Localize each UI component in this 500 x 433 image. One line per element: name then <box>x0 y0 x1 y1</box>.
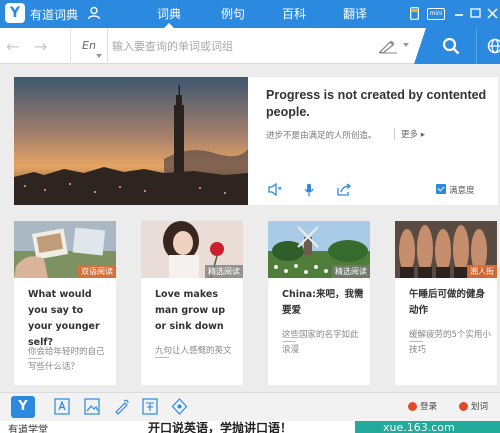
phone-icon[interactable] <box>410 7 419 20</box>
tab-dictionary[interactable]: 词典 <box>140 0 198 28</box>
search-input[interactable] <box>112 34 372 58</box>
word-book-icon[interactable] <box>54 398 70 415</box>
share-icon[interactable] <box>337 183 351 196</box>
speaker-icon[interactable] <box>268 183 282 196</box>
tab-translate[interactable]: 翻译 <box>326 0 384 28</box>
article-subtitle: 你会给年轻时的自己写些什么话？ <box>28 347 105 372</box>
ad-banner[interactable]: 有道学堂 开口说英语，学抛讲口语！ xue.163.com <box>0 421 500 433</box>
article-card[interactable]: 精选阅读 Love makes man grow up or sink down… <box>141 221 243 385</box>
more-link[interactable]: 更多 ▸ <box>394 128 425 140</box>
web-search-button[interactable] <box>476 28 500 64</box>
back-arrow-icon[interactable]: ← <box>6 37 19 56</box>
article-image: 双语阅读 <box>14 221 116 278</box>
more-label: 更多 <box>401 130 419 140</box>
search-button[interactable] <box>414 28 476 64</box>
article-card[interactable]: 双语阅读 What would you say to your younger … <box>14 221 116 385</box>
article-card[interactable]: 精选阅读 China:来吧，我需要爱 这些国家的名字如此浪漫 <box>268 221 370 385</box>
article-image: 精选阅读 <box>141 221 243 278</box>
daily-sentence-card: Progress is not created by contented peo… <box>14 77 498 205</box>
article-image: 潮人街 <box>395 221 497 278</box>
article-subtitle: 九句让人感慨的英文 <box>155 346 232 356</box>
article-card[interactable]: 潮人街 午睡后可做的健身动作 缓解疲劳的5个实用小技巧 <box>395 221 497 385</box>
chevron-right-icon: ▸ <box>420 130 425 140</box>
home-logo-button[interactable]: Y <box>11 396 35 418</box>
handwriting-pen-icon[interactable] <box>378 38 398 54</box>
youdao-logo: Y <box>5 3 25 23</box>
ad-brand: 有道学堂 <box>8 425 48 433</box>
article-title: China:来吧，我需要爱 <box>282 289 364 316</box>
image-translate-icon[interactable] <box>84 398 100 415</box>
edit-icon[interactable] <box>114 398 130 415</box>
satisfaction-checkbox[interactable] <box>436 184 446 194</box>
article-subtitle: 这些国家的名字如此浪漫 <box>282 330 359 355</box>
tab-encyclopedia[interactable]: 百科 <box>265 0 323 28</box>
article-title: Love makes man grow up or sink down <box>155 289 226 332</box>
maximize-icon[interactable] <box>470 7 481 19</box>
select-translate-icon <box>459 402 468 411</box>
article-image: 精选阅读 <box>268 221 370 278</box>
mini-mode-button[interactable]: mini <box>427 8 445 20</box>
bottom-toolbar: Y 登录 划词 <box>0 392 500 421</box>
ad-url[interactable]: xue.163.com <box>355 421 500 433</box>
search-bar: ← → En <box>0 28 500 64</box>
tab-examples[interactable]: 例句 <box>204 0 262 28</box>
card-badge: 精选阅读 <box>332 265 370 278</box>
select-translate-toggle[interactable]: 划词 <box>471 400 488 412</box>
satisfaction-label: 满意度 <box>449 186 475 196</box>
article-subtitle: 缓解疲劳的5个实用小技巧 <box>409 330 491 355</box>
card-badge: 精选阅读 <box>205 265 243 278</box>
microphone-icon[interactable] <box>304 183 314 197</box>
pen-dropdown-caret[interactable] <box>403 43 409 47</box>
apps-icon[interactable] <box>171 398 188 415</box>
app-title: 有道词典 <box>30 8 79 22</box>
minimize-icon[interactable] <box>454 7 464 19</box>
login-status-icon <box>408 402 417 411</box>
article-title: 午睡后可做的健身动作 <box>409 289 486 316</box>
ad-slogan: 开口说英语，学抛讲口语！ <box>148 421 293 433</box>
globe-icon <box>487 38 500 54</box>
user-icon[interactable] <box>87 6 101 20</box>
search-icon <box>442 37 460 55</box>
language-select[interactable]: En <box>70 28 108 64</box>
translate-icon[interactable] <box>142 398 158 415</box>
close-icon[interactable] <box>487 7 498 19</box>
forward-arrow-icon[interactable]: → <box>34 37 47 56</box>
quote-english: Progress is not created by contented peo… <box>266 88 487 119</box>
login-link[interactable]: 登录 <box>420 400 437 412</box>
card-badge: 潮人街 <box>467 265 497 278</box>
card-badge: 双语阅读 <box>78 265 116 278</box>
quote-chinese: 进步不是由满足的人所创造。 <box>266 131 377 141</box>
city-skyline-image <box>14 77 248 205</box>
top-bar: Y 有道词典 词典 例句 百科 翻译 mini <box>0 0 500 28</box>
article-title: What would you say to your younger self? <box>28 289 100 348</box>
